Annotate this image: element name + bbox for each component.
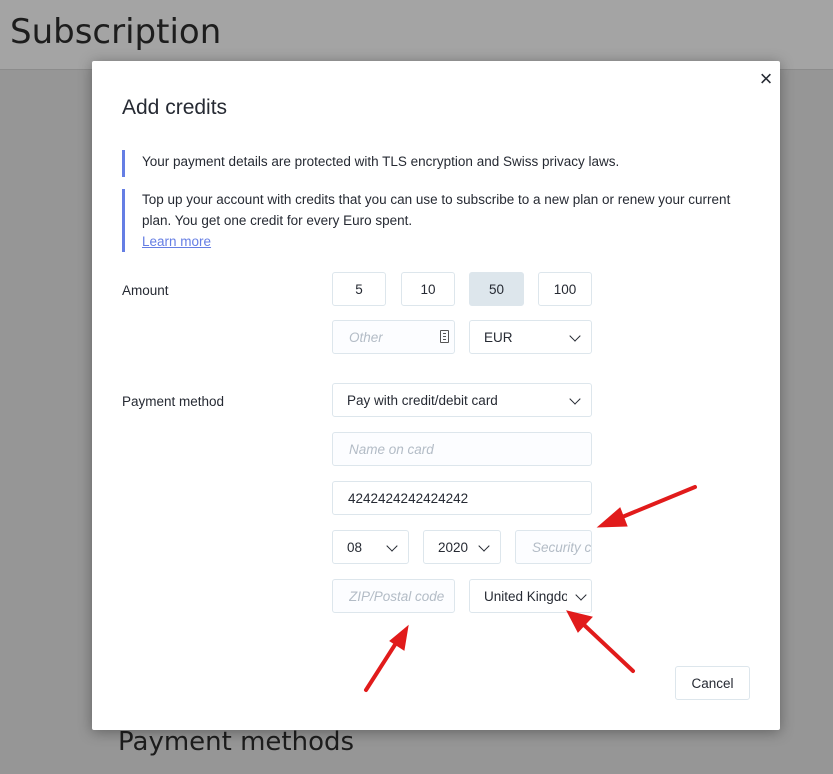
annotation-arrow-country xyxy=(580,621,635,673)
annotation-arrowhead-security xyxy=(596,507,628,528)
annotation-arrow-security xyxy=(613,485,697,522)
annotation-arrow-zip xyxy=(364,638,400,692)
annotation-arrows xyxy=(364,485,697,692)
